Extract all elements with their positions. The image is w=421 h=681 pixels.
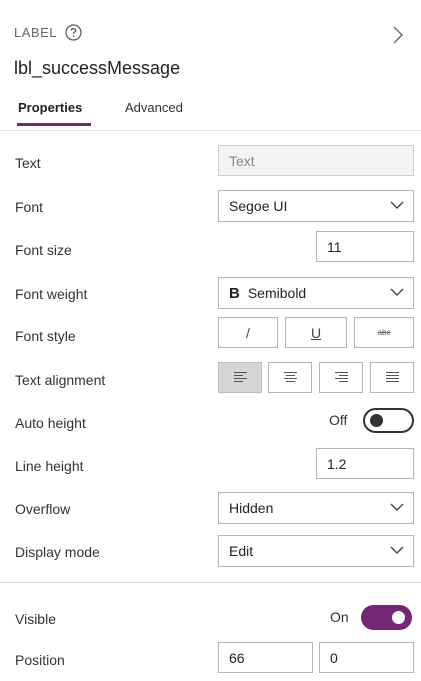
text-input-value: Text bbox=[229, 152, 255, 169]
position-label: Position bbox=[15, 652, 65, 668]
font-weight-value: Semibold bbox=[247, 285, 307, 301]
chevron-down-icon bbox=[390, 288, 404, 296]
line-height-input[interactable]: 1.2 bbox=[316, 448, 414, 479]
font-size-label: Font size bbox=[15, 242, 72, 258]
active-tab-indicator bbox=[17, 123, 91, 126]
align-left-icon bbox=[233, 372, 247, 382]
overflow-dropdown[interactable]: Hidden bbox=[218, 492, 414, 524]
tab-properties[interactable]: Properties bbox=[18, 100, 82, 115]
bold-icon: B bbox=[229, 284, 240, 302]
font-label: Font bbox=[15, 199, 44, 215]
font-size-input[interactable]: 11 bbox=[316, 231, 414, 262]
pane-tabs: Properties Advanced bbox=[0, 96, 421, 131]
control-type-row: LABEL bbox=[14, 24, 82, 41]
align-center-button[interactable] bbox=[268, 362, 312, 393]
font-weight-label: Font weight bbox=[15, 286, 88, 302]
align-center-icon bbox=[283, 372, 297, 382]
align-left-button[interactable] bbox=[218, 362, 262, 393]
chevron-right-icon[interactable] bbox=[392, 25, 404, 45]
underline-icon: U bbox=[310, 324, 322, 341]
properties-pane-header: LABEL lbl_successMessage Properties Adva… bbox=[0, 0, 421, 131]
italic-icon: / bbox=[246, 324, 250, 341]
chevron-down-icon bbox=[390, 201, 404, 209]
auto-height-state: Off bbox=[329, 412, 348, 428]
align-justify-icon bbox=[385, 372, 399, 382]
overflow-value: Hidden bbox=[229, 500, 274, 516]
position-x-input[interactable]: 66 bbox=[218, 642, 313, 673]
underline-button[interactable]: U bbox=[285, 317, 347, 348]
display-mode-value: Edit bbox=[229, 543, 254, 559]
position-y-input[interactable]: 0 bbox=[319, 642, 414, 673]
auto-height-label: Auto height bbox=[15, 415, 86, 431]
toggle-knob bbox=[392, 611, 405, 624]
visible-state: On bbox=[330, 609, 349, 625]
position-x-value: 66 bbox=[229, 649, 245, 666]
italic-button[interactable]: / bbox=[218, 317, 278, 348]
display-mode-dropdown[interactable]: Edit bbox=[218, 535, 414, 567]
position-y-value: 0 bbox=[330, 649, 338, 666]
overflow-label: Overflow bbox=[15, 501, 71, 517]
strikethrough-button[interactable]: abc bbox=[354, 317, 414, 348]
line-height-value: 1.2 bbox=[327, 455, 347, 472]
font-style-label: Font style bbox=[15, 328, 76, 344]
font-dropdown[interactable]: Segoe UI bbox=[218, 190, 414, 222]
chevron-down-icon bbox=[390, 503, 404, 511]
font-weight-dropdown[interactable]: B Semibold bbox=[218, 277, 414, 309]
font-dropdown-value: Segoe UI bbox=[229, 198, 288, 214]
chevron-down-icon bbox=[390, 546, 404, 554]
control-name[interactable]: lbl_successMessage bbox=[14, 58, 180, 79]
text-input[interactable]: Text bbox=[218, 145, 414, 176]
align-right-icon bbox=[334, 372, 348, 382]
auto-height-toggle[interactable] bbox=[363, 408, 414, 433]
toggle-knob bbox=[370, 414, 383, 427]
text-alignment-label: Text alignment bbox=[15, 372, 106, 388]
align-right-button[interactable] bbox=[319, 362, 363, 393]
font-size-value: 11 bbox=[327, 238, 342, 255]
visible-toggle[interactable] bbox=[361, 605, 412, 630]
tab-advanced[interactable]: Advanced bbox=[125, 100, 183, 115]
display-mode-label: Display mode bbox=[15, 544, 100, 560]
section-divider bbox=[0, 582, 421, 583]
help-circle-icon[interactable] bbox=[65, 24, 82, 41]
align-justify-button[interactable] bbox=[370, 362, 414, 393]
strikethrough-icon: abc bbox=[377, 328, 391, 337]
control-type-label: LABEL bbox=[14, 25, 57, 40]
text-label: Text bbox=[15, 155, 41, 171]
line-height-label: Line height bbox=[15, 458, 84, 474]
visible-label: Visible bbox=[15, 611, 56, 627]
